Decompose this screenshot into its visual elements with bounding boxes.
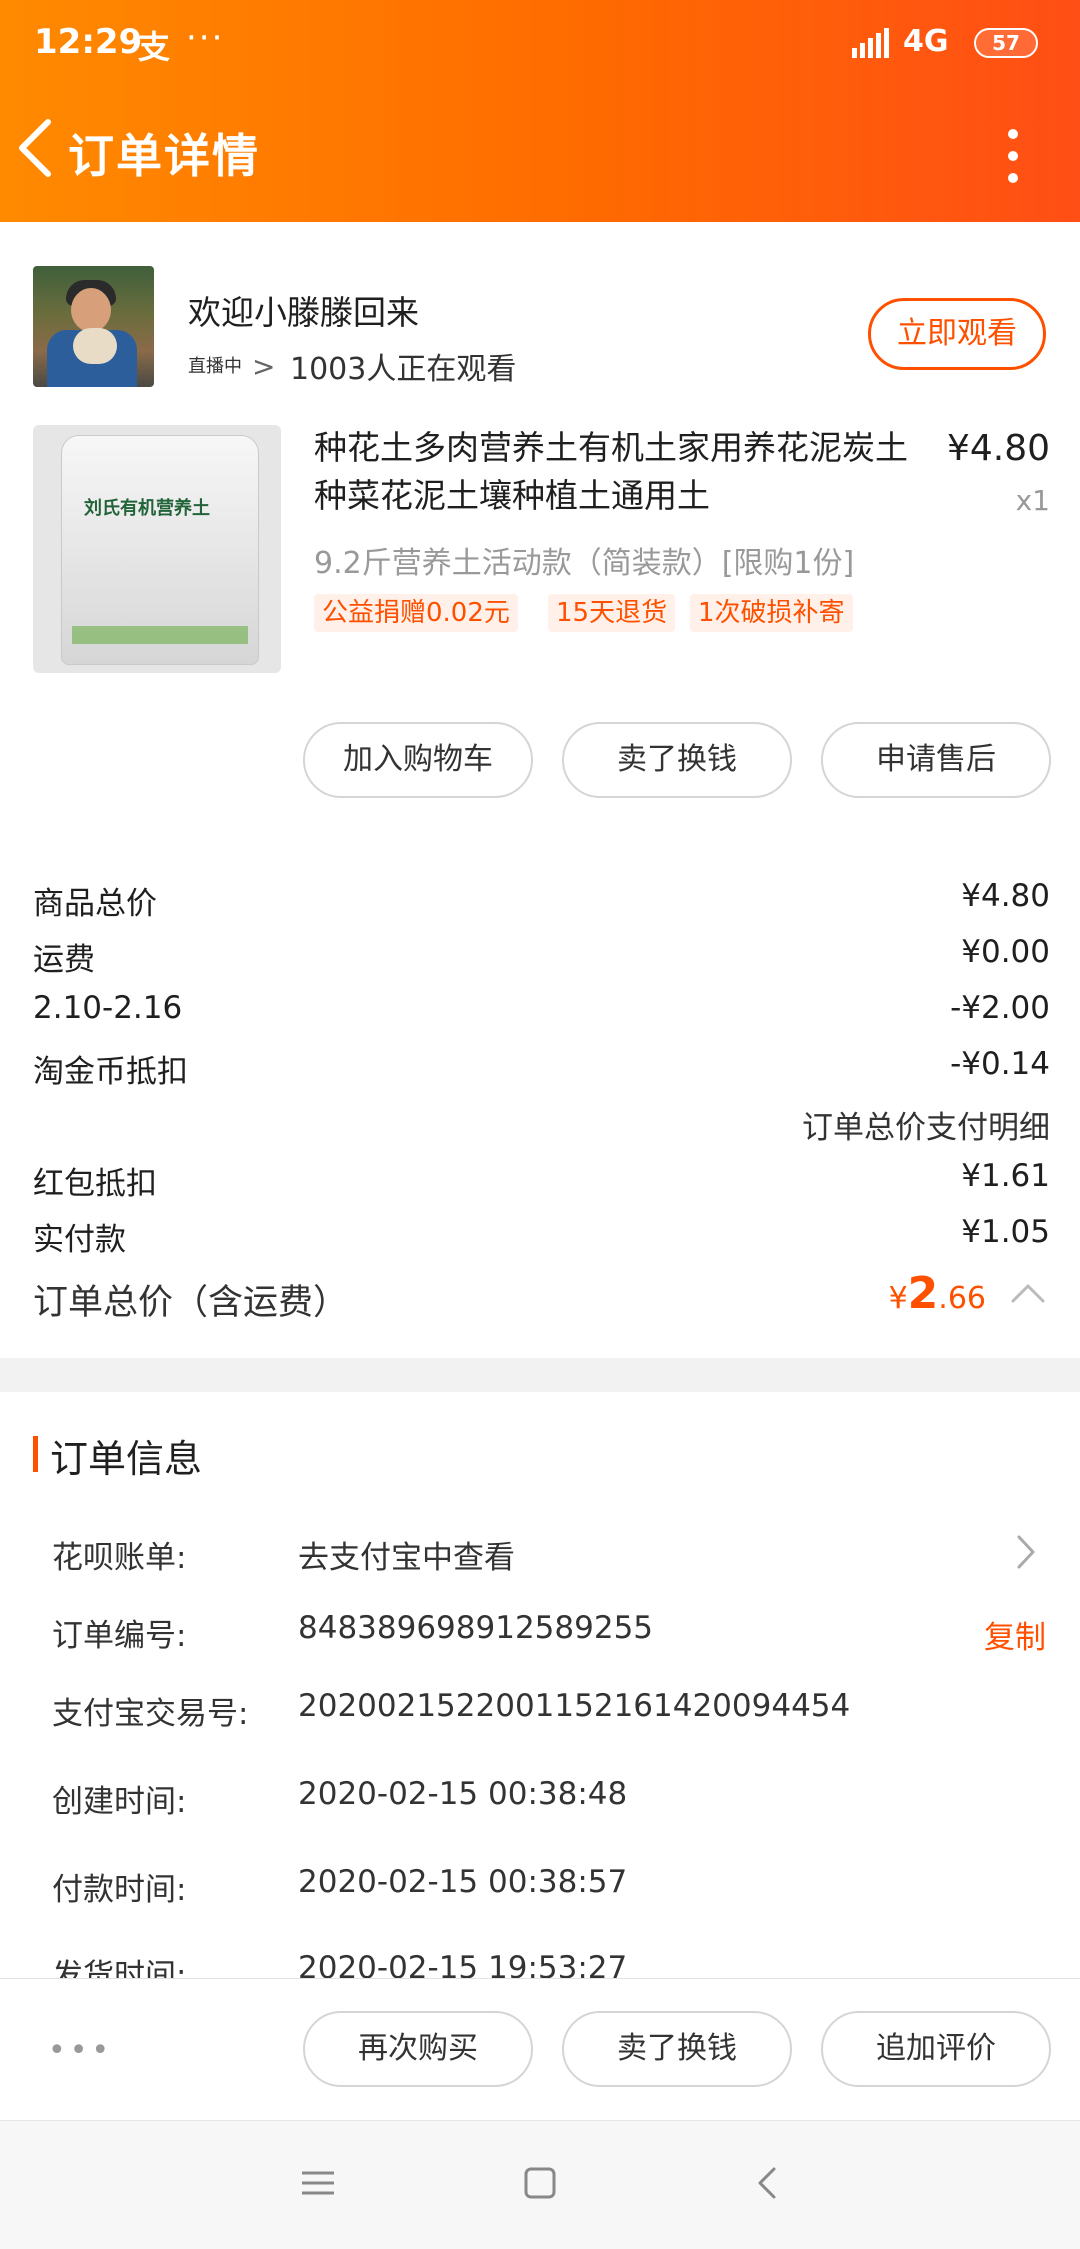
order-total-value: ¥2.66 <box>888 1268 986 1319</box>
huabei-bill-label: 花呗账单: <box>52 1540 187 1576</box>
add-to-cart-button[interactable]: 加入购物车 <box>303 722 533 798</box>
status-time: 12:29 <box>34 22 143 62</box>
system-nav-bar <box>0 2120 1080 2249</box>
order-number-value: 848389698912589255 <box>298 1610 654 1646</box>
resell-button-bottom[interactable]: 卖了换钱 <box>562 2011 792 2087</box>
product-image[interactable]: 刘氏有机营养土 <box>33 425 281 673</box>
notification-dots: ··· <box>186 18 225 58</box>
product-image-label: 刘氏有机营养土 <box>84 498 210 519</box>
live-title[interactable]: 欢迎小滕滕回来 <box>188 286 419 334</box>
chevron-right-icon[interactable] <box>1016 1534 1036 1570</box>
page-title: 订单详情 <box>68 129 260 183</box>
created-time-value: 2020-02-15 00:38:48 <box>298 1776 628 1812</box>
signal-icon <box>852 28 889 58</box>
charity-tag: 公益捐赠0.02元 <box>314 594 518 632</box>
actual-paid-label: 实付款 <box>33 1222 126 1258</box>
network-type: 4G <box>903 24 949 59</box>
streamer-avatar[interactable] <box>33 266 154 387</box>
battery-icon: 57 <box>974 28 1038 58</box>
after-sales-button[interactable]: 申请售后 <box>821 722 1051 798</box>
coin-deduction-value: -¥0.14 <box>950 1046 1050 1082</box>
order-total-label: 订单总价（含运费） <box>33 1283 349 1323</box>
red-packet-label: 红包抵扣 <box>33 1166 157 1202</box>
order-number-label: 订单编号: <box>52 1618 187 1654</box>
more-horizontal-icon[interactable]: ••• <box>48 2033 113 2068</box>
shipping-value: ¥0.00 <box>961 934 1050 970</box>
product-sku: 9.2斤营养土活动款（简装款）[限购1份] <box>314 546 855 581</box>
paid-time-label: 付款时间: <box>52 1872 187 1908</box>
product-quantity: x1 <box>1015 484 1050 517</box>
home-icon[interactable] <box>520 2163 560 2203</box>
created-time-label: 创建时间: <box>52 1784 187 1820</box>
alipay-trade-label: 支付宝交易号: <box>52 1696 249 1732</box>
watch-now-button[interactable]: 立即观看 <box>868 298 1046 370</box>
section-accent-bar <box>33 1436 38 1472</box>
huabei-bill-link[interactable]: 去支付宝中查看 <box>298 1532 515 1577</box>
actual-paid-value: ¥1.05 <box>961 1214 1050 1250</box>
chevron-up-icon[interactable] <box>1010 1282 1046 1304</box>
live-badge: 直播中 <box>188 356 242 377</box>
chevron-right-icon: > <box>252 350 276 383</box>
back-icon[interactable] <box>14 118 54 178</box>
goods-total-label: 商品总价 <box>33 886 157 922</box>
order-info-title: 订单信息 <box>50 1437 203 1481</box>
alipay-status-icon: 支 <box>138 28 171 66</box>
shipping-label: 运费 <box>33 942 95 978</box>
app-header: 12:29 支 ··· 4G 57 订单详情 <box>0 0 1080 222</box>
promo-value: -¥2.00 <box>950 990 1050 1026</box>
product-name[interactable]: 种花土多肉营养土有机土家用养花泥炭土种菜花泥土壤种植土通用土 <box>314 424 914 520</box>
coin-deduction-label: 淘金币抵扣 <box>33 1054 188 1090</box>
alipay-trade-value: 2020021522001152161420094454 <box>298 1688 851 1724</box>
menu-icon[interactable] <box>298 2163 338 2203</box>
promo-label: 2.10-2.16 <box>33 990 183 1026</box>
add-review-button[interactable]: 追加评价 <box>821 2011 1051 2087</box>
goods-total-value: ¥4.80 <box>961 878 1050 914</box>
bottom-action-bar: ••• 再次购买 卖了换钱 追加评价 <box>0 1978 1080 2121</box>
more-vertical-icon[interactable] <box>1000 128 1026 184</box>
payment-detail-link[interactable]: 订单总价支付明细 <box>802 1102 1050 1147</box>
buy-again-button[interactable]: 再次购买 <box>303 2011 533 2087</box>
red-packet-value: ¥1.61 <box>961 1158 1050 1194</box>
damage-resend-tag: 1次破损补寄 <box>690 594 853 632</box>
paid-time-value: 2020-02-15 00:38:57 <box>298 1864 628 1900</box>
back-nav-icon[interactable] <box>748 2163 788 2203</box>
resell-button[interactable]: 卖了换钱 <box>562 722 792 798</box>
section-divider <box>0 1358 1080 1392</box>
return-policy-tag: 15天退货 <box>548 594 676 632</box>
product-price: ¥4.80 <box>946 428 1050 469</box>
copy-button[interactable]: 复制 <box>984 1612 1046 1657</box>
live-viewer-count: 1003人正在观看 <box>290 352 517 387</box>
